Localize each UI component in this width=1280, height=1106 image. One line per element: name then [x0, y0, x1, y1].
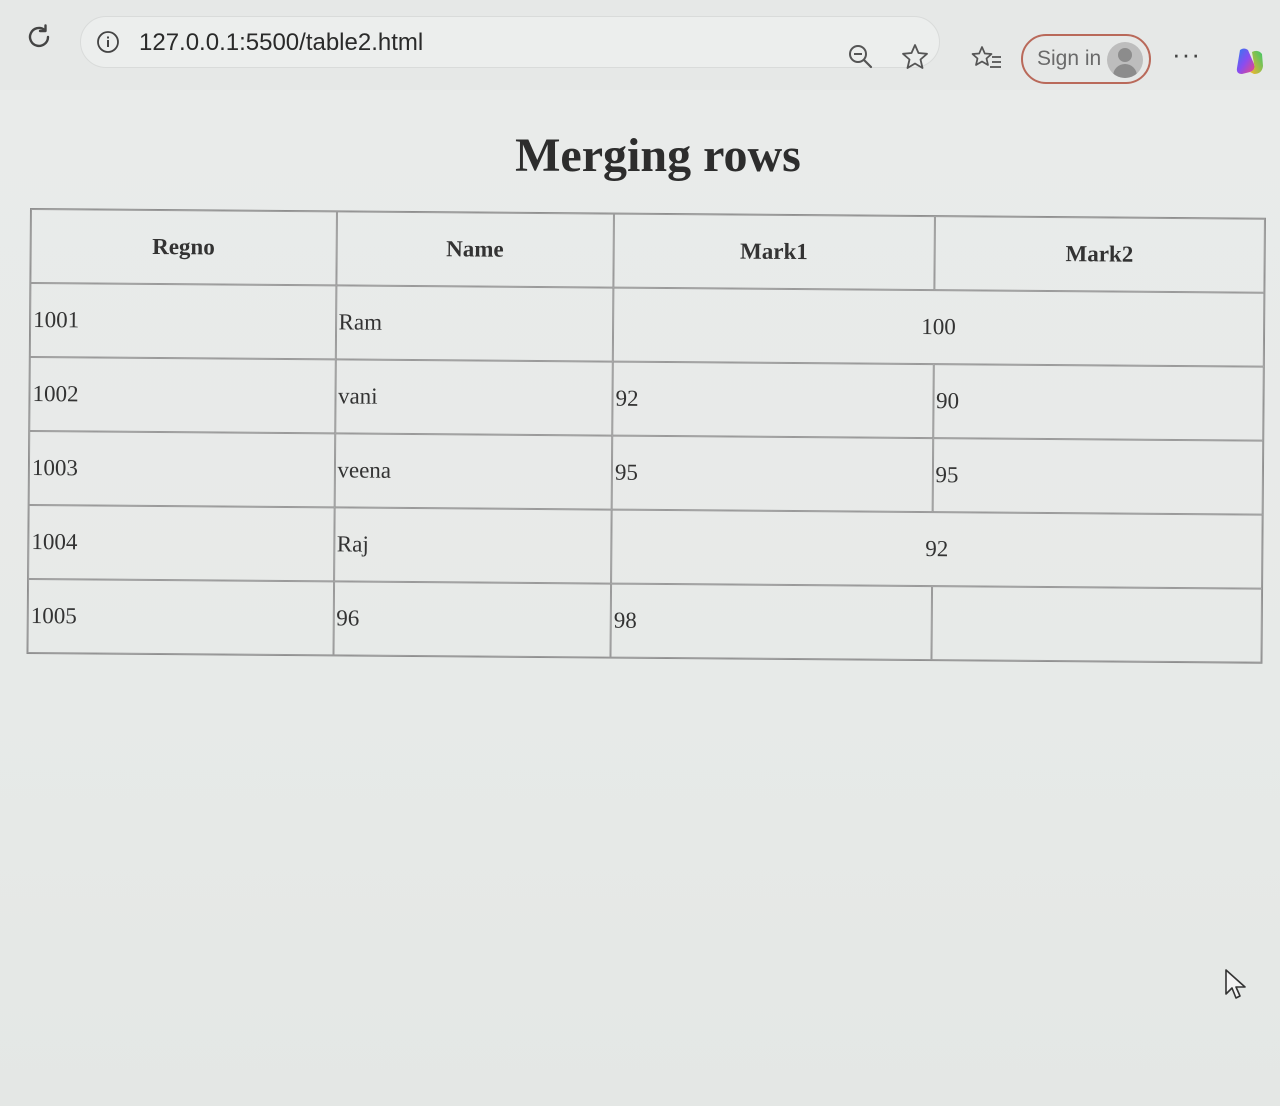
copilot-icon[interactable]: [1232, 44, 1268, 80]
page-title: Merging rows: [515, 129, 801, 182]
sign-in-label: Sign in: [1037, 47, 1102, 70]
url-text[interactable]: 127.0.0.1:5500/table2.html: [139, 29, 423, 57]
cell-mark2: 95: [932, 438, 1264, 515]
table-row: 1004 Raj 92: [28, 504, 1263, 589]
cell-name: veena: [334, 433, 613, 510]
table-row: 1002 vani 92 90: [29, 357, 1264, 441]
table-row: 1003 veena 95 95: [28, 431, 1264, 515]
cell-regno: 1002: [29, 357, 336, 434]
browser-toolbar: 127.0.0.1:5500/table2.html Sign in ···: [0, 0, 1280, 90]
marks-table: Regno Name Mark1 Mark2 1001 Ram 100 1002…: [26, 208, 1266, 664]
page-content: Merging rows Regno Name Mark1 Mark2 1001…: [0, 90, 1280, 1106]
cell-mark1: 92: [612, 361, 934, 439]
cell-regno: 1005: [27, 578, 334, 656]
sign-in-button[interactable]: Sign in: [1021, 34, 1151, 84]
header-name: Name: [335, 211, 615, 288]
cell-regno: 1003: [28, 431, 335, 508]
header-mark2: Mark2: [933, 216, 1265, 293]
header-mark1: Mark1: [613, 213, 935, 291]
header-regno: Regno: [30, 209, 337, 286]
cell-name: Raj: [333, 507, 612, 584]
cell-name: Ram: [335, 285, 614, 362]
cell-mark2: [930, 586, 1263, 663]
zoom-out-icon[interactable]: [844, 40, 878, 74]
info-icon[interactable]: [95, 29, 121, 55]
profile-avatar-icon: [1107, 42, 1143, 78]
cell-mark1: 95: [611, 435, 933, 513]
more-icon[interactable]: ···: [1172, 41, 1201, 67]
cell-mark2: 90: [932, 364, 1264, 441]
cell-mark1: 98: [610, 583, 932, 661]
reload-icon[interactable]: [22, 20, 56, 54]
cell-name: 96: [332, 581, 612, 658]
favorites-list-icon[interactable]: [970, 42, 1004, 76]
mouse-cursor-icon: [1224, 968, 1250, 1002]
address-bar[interactable]: 127.0.0.1:5500/table2.html: [80, 16, 940, 68]
cell-regno: 1004: [28, 504, 335, 582]
cell-marks-merged: 92: [611, 509, 1263, 589]
table-row: 1001 Ram 100: [29, 283, 1265, 367]
table-row: 1005 96 98: [27, 578, 1263, 663]
cell-regno: 1001: [29, 283, 336, 360]
table-header-row: Regno Name Mark1 Mark2: [30, 209, 1265, 293]
cell-marks-merged: 100: [612, 287, 1265, 367]
cell-name: vani: [334, 359, 613, 436]
favorite-star-icon[interactable]: [898, 40, 932, 74]
